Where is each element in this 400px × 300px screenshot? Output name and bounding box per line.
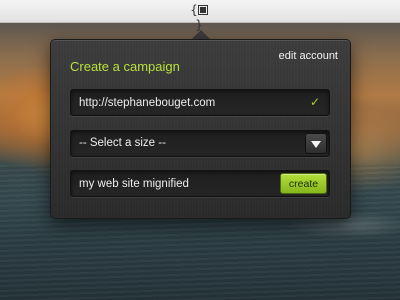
edit-account-link[interactable]: edit account bbox=[279, 50, 338, 62]
url-input[interactable] bbox=[79, 90, 299, 115]
create-button[interactable]: create bbox=[280, 173, 327, 194]
size-select-value: -- Select a size -- bbox=[79, 137, 166, 149]
campaign-menubar-icon[interactable]: {} bbox=[187, 3, 211, 32]
campaign-name-field: create bbox=[70, 170, 330, 197]
brace-left: { bbox=[190, 3, 198, 17]
url-field: ✓ bbox=[70, 89, 330, 116]
dropdown-triangle-icon bbox=[311, 141, 321, 148]
panel-title: Create a campaign bbox=[70, 59, 180, 74]
size-select[interactable]: -- Select a size -- bbox=[70, 130, 330, 157]
campaign-popover: Create a campaign edit account ✓ -- Sele… bbox=[50, 39, 351, 219]
checkmark-icon: ✓ bbox=[309, 95, 320, 109]
menu-bar: {} bbox=[0, 0, 400, 32]
dropdown-button[interactable] bbox=[305, 133, 327, 154]
campaign-name-input[interactable] bbox=[79, 171, 269, 196]
popover-arrow bbox=[192, 30, 210, 39]
square-icon bbox=[197, 5, 208, 15]
